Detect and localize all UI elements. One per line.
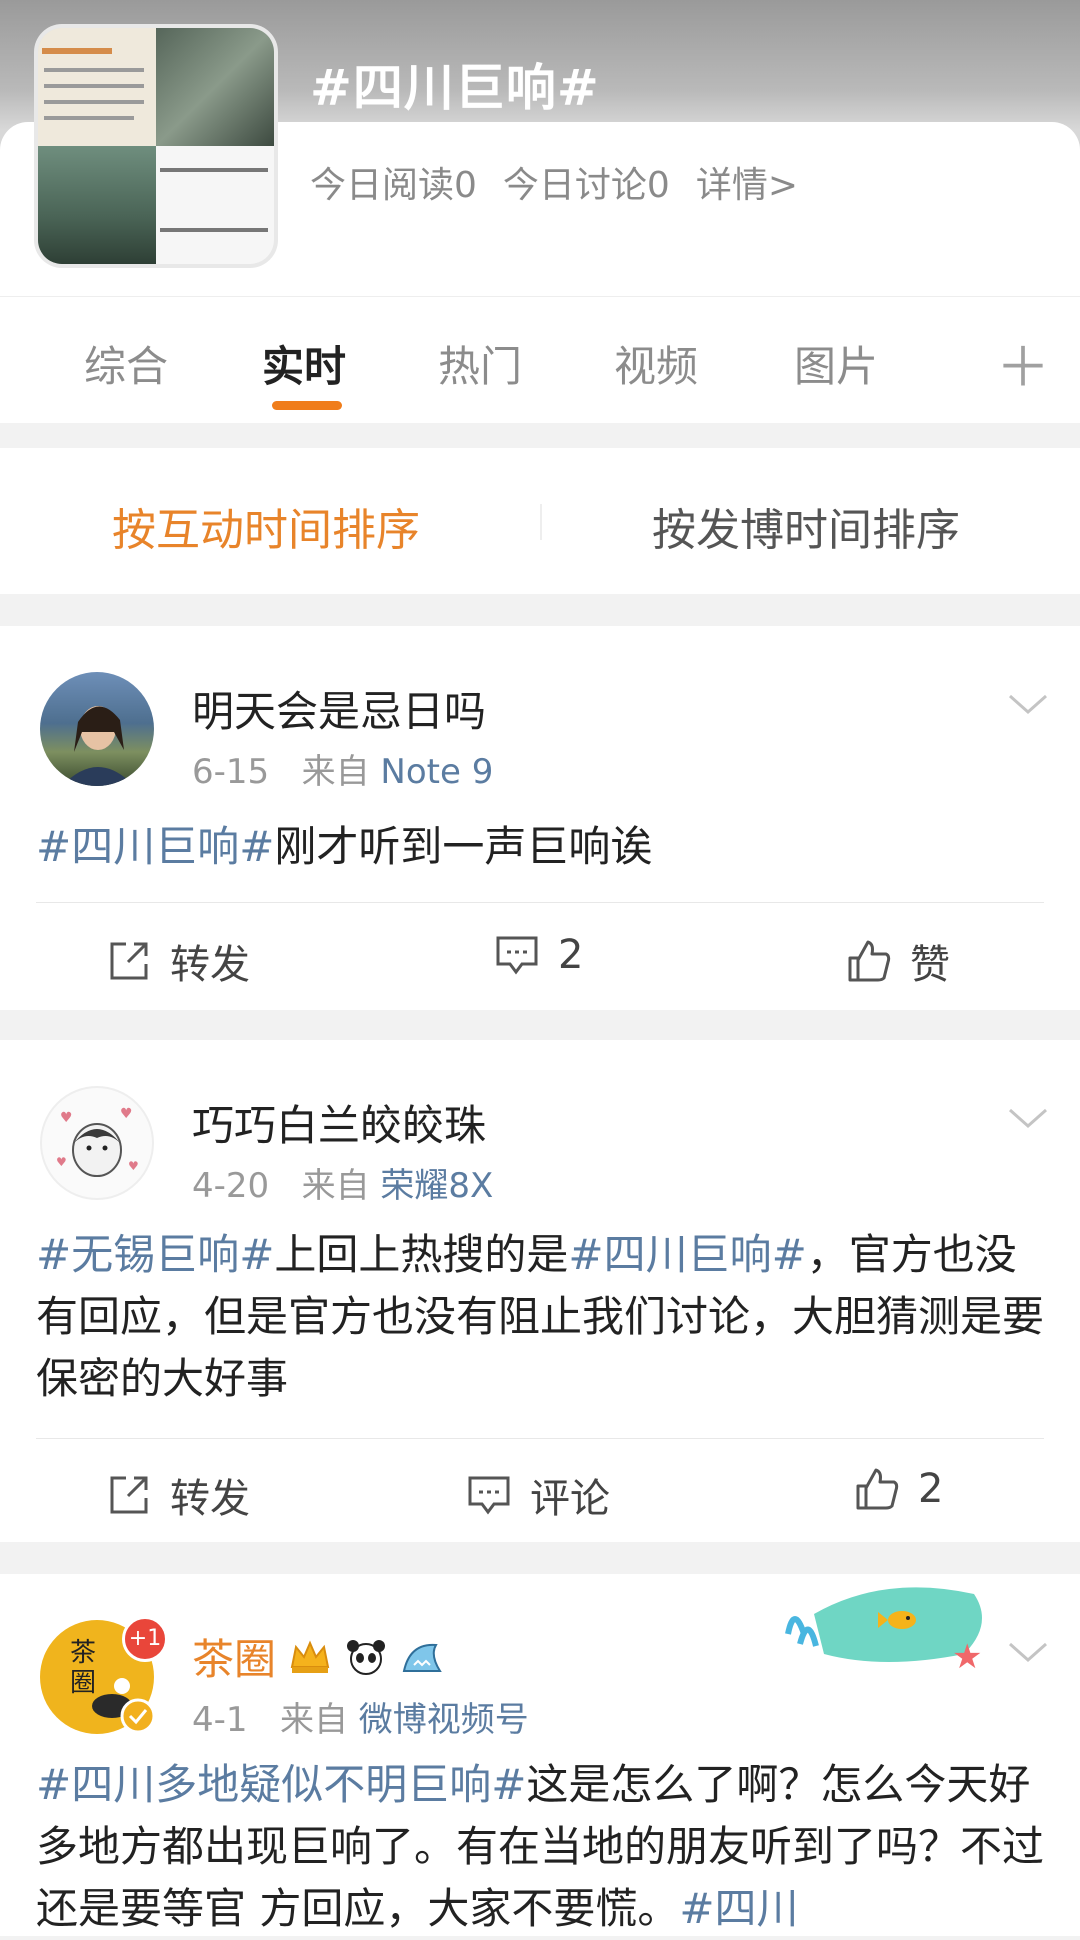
post-text: 刚才听到一声巨响诶 xyxy=(274,822,653,871)
post-date: 6-15 xyxy=(192,752,270,792)
repost-button[interactable]: 转发 xyxy=(106,1466,250,1524)
avatar[interactable]: ♥ ♥ ♥ ♥ xyxy=(40,1086,154,1200)
like-label: 赞 xyxy=(910,942,950,988)
verified-icon xyxy=(120,1698,156,1734)
crown-badge-icon[interactable] xyxy=(288,1637,332,1677)
tab-video[interactable]: 视频 xyxy=(614,333,698,394)
post-source-prefix: 来自 xyxy=(279,1700,348,1740)
hashtag-link[interactable]: #四川巨响# xyxy=(36,822,274,871)
notification-badge: +1 xyxy=(122,1616,168,1662)
post-card[interactable]: ♥ ♥ ♥ ♥ 巧巧白兰皎皎珠 4-20 来自 荣耀8X #无锡巨响#上回上热搜的是… xyxy=(0,1040,1080,1542)
post-source-prefix: 来自 xyxy=(301,752,370,792)
avatar-portrait xyxy=(62,706,134,786)
fish-coral-icon: ★ xyxy=(785,1587,982,1677)
tab-hot[interactable]: 热门 xyxy=(438,333,522,394)
comment-count: 2 xyxy=(558,932,584,978)
sort-by-post-time-button[interactable]: 按发博时间排序 xyxy=(652,494,960,558)
post-date: 4-20 xyxy=(192,1166,270,1206)
post-source[interactable]: 微博视频号 xyxy=(359,1700,529,1740)
svg-text:♥: ♥ xyxy=(128,1159,139,1173)
hashtag-link[interactable]: #无锡巨响# xyxy=(36,1230,274,1279)
post-divider xyxy=(36,902,1044,903)
thumbs-up-icon xyxy=(848,940,891,982)
share-icon xyxy=(110,942,148,980)
comment-button[interactable]: 评论 xyxy=(466,1466,610,1524)
shark-badge-icon[interactable] xyxy=(400,1637,444,1677)
tab-images[interactable]: 图片 xyxy=(794,333,878,394)
repost-button[interactable]: 转发 xyxy=(106,932,250,990)
tab-bar: 综合 实时 热门 视频 图片 ＋ xyxy=(0,296,1080,423)
thumbs-up-icon xyxy=(856,1468,899,1510)
sort-divider xyxy=(540,504,542,540)
sort-bar: 按互动时间排序 按发博时间排序 xyxy=(0,448,1080,594)
username[interactable]: 茶圈 xyxy=(192,1626,276,1687)
post-content: #四川多地疑似不明巨响#这是怎么了啊？怎么今天好多地方都出现巨响了。有在当地的朋… xyxy=(36,1754,1046,1940)
details-link[interactable]: 详情> xyxy=(696,156,798,208)
svg-text:♥: ♥ xyxy=(120,1106,133,1122)
topic-cover-image[interactable] xyxy=(38,28,274,264)
chevron-down-icon[interactable] xyxy=(1006,682,1050,726)
panda-badge-icon[interactable] xyxy=(344,1637,388,1677)
sort-by-interaction-button[interactable]: 按互动时间排序 xyxy=(112,494,420,558)
comment-icon xyxy=(468,1476,510,1515)
hashtag-link[interactable]: #四川多地疑似不明巨响# xyxy=(36,1760,526,1809)
share-icon xyxy=(110,1476,148,1514)
username[interactable]: 明天会是忌日吗 xyxy=(192,678,486,739)
like-button[interactable]: 赞 xyxy=(846,932,950,990)
svg-text:♥: ♥ xyxy=(56,1155,67,1169)
add-tab-icon[interactable]: ＋ xyxy=(996,323,1050,402)
post-card[interactable]: 明天会是忌日吗 6-15 来自 Note 9 #四川巨响#刚才听到一声巨响诶 转… xyxy=(0,626,1080,1010)
avatar-penguin: ♥ ♥ ♥ ♥ xyxy=(56,1106,139,1177)
comment-icon xyxy=(496,936,538,975)
tab-realtime[interactable]: 实时 xyxy=(262,333,346,394)
like-button[interactable]: 2 xyxy=(854,1466,943,1512)
chevron-down-icon[interactable] xyxy=(1006,1096,1050,1140)
post-content: #四川巨响#刚才听到一声巨响诶 xyxy=(36,816,1046,878)
active-tab-indicator xyxy=(272,401,342,410)
repost-label: 转发 xyxy=(170,942,250,988)
tab-comprehensive[interactable]: 综合 xyxy=(84,333,168,394)
chevron-down-icon[interactable] xyxy=(1006,1630,1050,1674)
decorative-ocean-card-skin: ★ xyxy=(774,1574,1000,1677)
post-content: #无锡巨响#上回上热搜的是#四川巨响#，官方也没有回应，但是官方也没有阻止我们讨… xyxy=(36,1224,1046,1410)
topic-title: #四川巨响# xyxy=(310,59,600,117)
post-date: 4-1 xyxy=(192,1700,248,1740)
avatar[interactable] xyxy=(40,672,154,786)
comment-label: 评论 xyxy=(530,1476,610,1522)
post-divider xyxy=(36,1438,1044,1439)
post-source[interactable]: 荣耀8X xyxy=(380,1166,493,1206)
today-read-count: 今日阅读0 xyxy=(310,165,477,206)
topic-stats: 今日阅读0 今日讨论0 详情> xyxy=(310,156,798,208)
username[interactable]: 巧巧白兰皎皎珠 xyxy=(192,1092,486,1153)
svg-text:♥: ♥ xyxy=(60,1110,73,1126)
post-meta: 4-1 来自 微博视频号 xyxy=(192,1692,529,1741)
post-meta: 4-20 来自 荣耀8X xyxy=(192,1158,493,1207)
post-text: 上回上热搜的是 xyxy=(274,1230,569,1279)
comment-button[interactable]: 2 xyxy=(494,932,583,978)
repost-label: 转发 xyxy=(170,1476,250,1522)
like-count: 2 xyxy=(918,1466,944,1512)
post-source-prefix: 来自 xyxy=(301,1166,370,1206)
svg-text:★: ★ xyxy=(952,1637,982,1672)
hashtag-link[interactable]: #四川巨响# xyxy=(568,1230,806,1279)
hashtag-link[interactable]: #四川 xyxy=(679,1884,798,1933)
post-card[interactable]: 茶圈 +1 茶圈 ★ 4-1 来自 微博视频号 #四川多地疑似不明巨响#这是怎么… xyxy=(0,1574,1080,1936)
today-discussion-count: 今日讨论0 xyxy=(502,165,670,206)
post-meta: 6-15 来自 Note 9 xyxy=(192,744,493,793)
username-row: 茶圈 xyxy=(192,1626,444,1687)
post-source[interactable]: Note 9 xyxy=(380,752,493,792)
